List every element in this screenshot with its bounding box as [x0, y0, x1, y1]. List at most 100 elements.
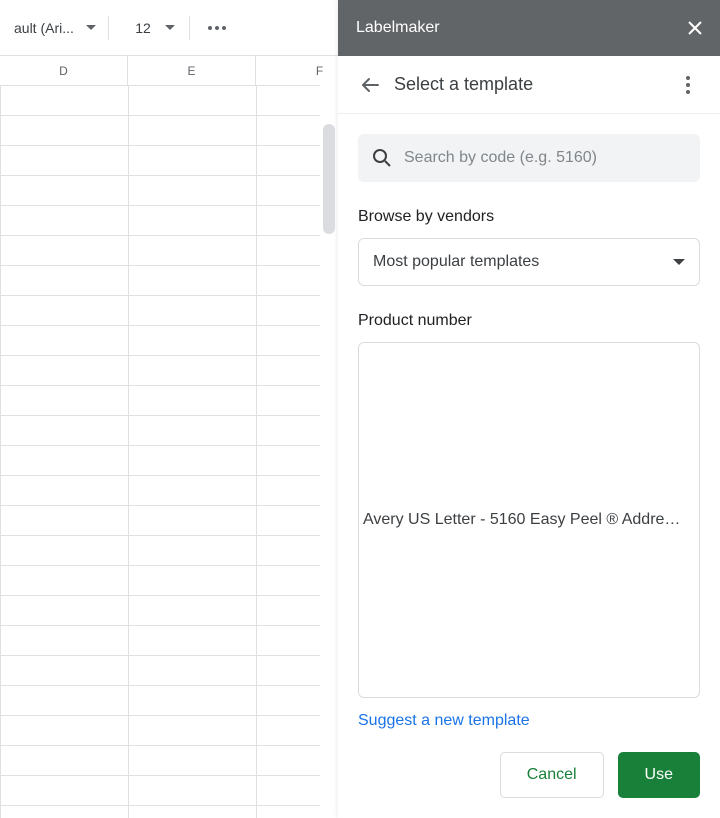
cancel-button[interactable]: Cancel [500, 752, 604, 798]
cell[interactable] [1, 416, 129, 445]
font-size-dropdown[interactable]: 12 [115, 12, 183, 44]
cell[interactable] [1, 686, 129, 715]
cell[interactable] [1, 656, 129, 685]
cell[interactable] [257, 596, 335, 625]
cell[interactable] [1, 446, 129, 475]
cell[interactable] [257, 716, 335, 745]
product-item-5160[interactable]: Avery US Letter - 5160 Easy Peel ® Addre… [363, 505, 699, 535]
cell[interactable] [257, 86, 335, 115]
cell[interactable] [129, 746, 257, 775]
close-icon [688, 21, 702, 35]
cell[interactable] [257, 446, 335, 475]
cell[interactable] [1, 326, 129, 355]
cell[interactable] [129, 86, 257, 115]
cell[interactable] [129, 296, 257, 325]
cell[interactable] [129, 356, 257, 385]
cell[interactable] [257, 506, 335, 535]
cell[interactable] [1, 506, 129, 535]
cell[interactable] [129, 776, 257, 805]
cell[interactable] [129, 146, 257, 175]
cell[interactable] [129, 476, 257, 505]
cell[interactable] [1, 116, 129, 145]
cell[interactable] [129, 116, 257, 145]
cell[interactable] [1, 86, 129, 115]
cell[interactable] [257, 326, 335, 355]
table-row [0, 746, 320, 776]
cell[interactable] [129, 626, 257, 655]
cell[interactable] [1, 386, 129, 415]
cell[interactable] [129, 266, 257, 295]
search-input[interactable] [404, 149, 686, 167]
cell[interactable] [129, 446, 257, 475]
cell[interactable] [129, 566, 257, 595]
cell[interactable] [257, 686, 335, 715]
cell[interactable] [257, 236, 335, 265]
column-header-e[interactable]: E [128, 56, 256, 85]
cell[interactable] [1, 806, 129, 818]
cell[interactable] [129, 536, 257, 565]
search-box[interactable] [358, 134, 700, 182]
cell[interactable] [129, 416, 257, 445]
cell[interactable] [1, 266, 129, 295]
cell[interactable] [1, 476, 129, 505]
cell[interactable] [257, 416, 335, 445]
cell[interactable] [129, 236, 257, 265]
cell[interactable] [129, 596, 257, 625]
cell[interactable] [129, 686, 257, 715]
cell[interactable] [1, 146, 129, 175]
column-header-d[interactable]: D [0, 56, 128, 85]
cell[interactable] [257, 296, 335, 325]
cell[interactable] [1, 746, 129, 775]
cell[interactable] [257, 386, 335, 415]
column-header-f[interactable]: F [256, 56, 335, 85]
back-button[interactable] [350, 65, 390, 105]
chevron-down-icon [165, 25, 175, 31]
toolbar-separator [108, 16, 109, 40]
table-row [0, 236, 320, 266]
cell[interactable] [1, 206, 129, 235]
table-row [0, 566, 320, 596]
close-panel-button[interactable] [688, 21, 702, 35]
cell[interactable] [257, 356, 335, 385]
cell[interactable] [1, 776, 129, 805]
cell[interactable] [129, 506, 257, 535]
cell[interactable] [1, 296, 129, 325]
cell[interactable] [1, 716, 129, 745]
table-row [0, 116, 320, 146]
cell[interactable] [1, 236, 129, 265]
sheet-rows [0, 86, 320, 818]
cell[interactable] [1, 566, 129, 595]
vertical-scrollbar-thumb[interactable] [323, 124, 335, 234]
cell[interactable] [1, 176, 129, 205]
cell[interactable] [1, 356, 129, 385]
cell[interactable] [257, 566, 335, 595]
cell[interactable] [257, 806, 335, 818]
cell[interactable] [129, 656, 257, 685]
cell[interactable] [257, 626, 335, 655]
cell[interactable] [129, 326, 257, 355]
table-row [0, 386, 320, 416]
cell[interactable] [1, 536, 129, 565]
cell[interactable] [129, 206, 257, 235]
cell[interactable] [257, 746, 335, 775]
font-size-label: 12 [131, 20, 155, 36]
suggest-template-link[interactable]: Suggest a new template [358, 712, 700, 730]
cell[interactable] [129, 716, 257, 745]
more-toolbar-button[interactable] [196, 12, 238, 44]
cell[interactable] [257, 776, 335, 805]
cell[interactable] [257, 656, 335, 685]
panel-more-button[interactable] [668, 65, 708, 105]
font-family-dropdown[interactable]: ault (Ari... [8, 12, 102, 44]
table-row [0, 296, 320, 326]
cell[interactable] [257, 266, 335, 295]
vendor-select[interactable]: Most popular templates [358, 238, 700, 286]
use-button[interactable]: Use [618, 752, 700, 798]
cell[interactable] [257, 476, 335, 505]
cell[interactable] [129, 806, 257, 818]
cell[interactable] [1, 626, 129, 655]
product-list[interactable]: Avery US Letter - 5160 Easy Peel ® Addre… [358, 342, 700, 698]
cell[interactable] [1, 596, 129, 625]
cell[interactable] [257, 536, 335, 565]
cell[interactable] [129, 176, 257, 205]
cell[interactable] [129, 386, 257, 415]
